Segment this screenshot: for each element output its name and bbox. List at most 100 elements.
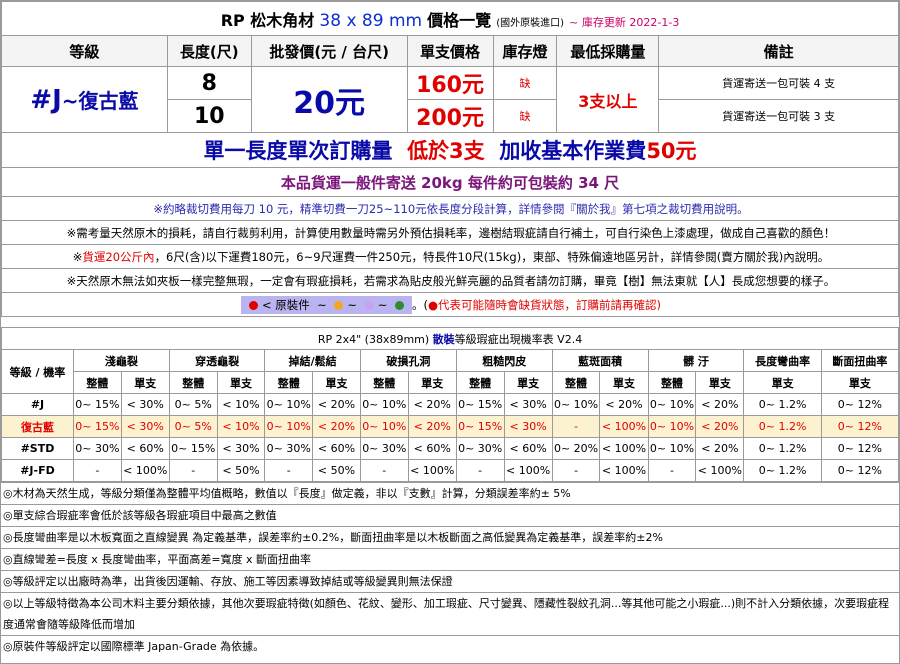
defect-cell: 0~ 10% (647, 437, 697, 460)
defect-cell: - (455, 459, 505, 482)
footnote: ◎直線彎差=長度 x 長度彎曲率，平面高差=寬度 x 斷面扭曲率 (1, 548, 899, 571)
min-order: 3支以上 (556, 66, 660, 133)
subheader-single: 單支 (216, 371, 266, 394)
defect-title-part: 散裝 (432, 332, 455, 346)
subheader-whole: 整體 (551, 371, 601, 394)
title-prefix: RP 松木角材 (220, 10, 315, 30)
defect-cell: < 100% (695, 459, 745, 482)
defect-cell: 0~ 5% (168, 415, 218, 438)
defect-cell: 0~ 10% (647, 393, 697, 416)
footnote: ◎長度彎曲率是以木板寬面之直線變異 為定義基準，誤差率約±0.2%，斷面扭曲率是… (1, 526, 899, 549)
defect-cell: 0~ 10% (647, 415, 697, 438)
note-part: 貨運20公斤內 (82, 249, 155, 264)
defect-title: RP 2x4" (38x89mm) 散裝等級瑕疵出現機率表 V2.4 (1, 327, 899, 350)
defect-cell: < 10% (216, 415, 266, 438)
defect-cell: < 10% (216, 393, 266, 416)
defect-title-part: 等級瑕疵出現機率表 V2.4 (454, 332, 583, 346)
defect-grade: #STD (1, 437, 74, 460)
footnote: ◎木材為天然生成，等級分類僅為整體平均值概略，數值以『長度』做定義，非以『支數』… (1, 482, 899, 505)
banner-part: 單一長度單次訂購量 (203, 139, 393, 163)
defect-cell: 0~ 30% (359, 437, 409, 460)
shipping-note: 貨運寄送一包可裝 4 支 (658, 66, 899, 100)
defect-cell: < 60% (120, 437, 170, 460)
note-quality: ※天然原木無法如夾板一樣完整無瑕，一定會有瑕疵損耗，若需求為貼皮般光鮮亮麗的品質… (1, 268, 899, 293)
defect-cell: < 100% (407, 459, 457, 482)
defect-cell: 0~ 1.2% (743, 437, 822, 460)
defect-cell: < 20% (695, 415, 745, 438)
defect-cell: < 20% (407, 393, 457, 416)
defect-cell: < 20% (599, 393, 649, 416)
green-dot-icon (394, 300, 404, 310)
legend-text: ~ (347, 297, 358, 312)
banner-part: 50元 (646, 139, 697, 163)
header-length: 長度(尺) (166, 35, 252, 67)
defect-cell: < 20% (695, 393, 745, 416)
product-row: #J~復古藍 8 20元 160元 缺 3支以上 貨運寄送一包可裝 4 支 (1, 66, 899, 133)
defect-cell: 0~ 15% (455, 393, 505, 416)
subheader-whole: 整體 (72, 371, 122, 394)
subheader-single: 單支 (120, 371, 170, 394)
defect-cell: 0~ 5% (168, 393, 218, 416)
defect-cell: 0~ 30% (455, 437, 505, 460)
header-grade: 等級 (1, 35, 168, 67)
min-order-banner: 單一長度單次訂購量 低於3支 加收基本作業費50元 (1, 132, 899, 168)
defect-cell: < 100% (120, 459, 170, 482)
subheader-whole: 整體 (359, 371, 409, 394)
price-page: RP 松木角材 38 x 89 mm 價格一覽 (國外原裝進口) ~ 庫存更新 … (0, 0, 900, 664)
legend-text: < 原裝件 (261, 297, 310, 312)
footnote: ◎等級評定以出廠時為準，出貨後因運輸、存放、施工等因素導致掉結或等級變異則無法保… (1, 570, 899, 593)
defect-cell: 0~ 10% (264, 393, 314, 416)
title-update: ~ 庫存更新 2022-1-3 (569, 15, 680, 29)
defect-group-header: 粗糙閃皮 (455, 349, 553, 372)
title-sub: (國外原裝進口) (496, 17, 565, 29)
length-cell: 10 (166, 99, 252, 133)
page-title: RP 松木角材 38 x 89 mm 價格一覽 (國外原裝進口) ~ 庫存更新 … (1, 1, 899, 36)
grade-suffix: ~復古藍 (61, 88, 139, 113)
note-part: ，6尺(含)以下運費180元，6~9尺運費一件250元，特長件10尺(15kg)… (154, 249, 830, 264)
legend-text: ~ (317, 297, 327, 312)
red-dot-icon (248, 300, 258, 310)
defect-cell: 0~ 15% (72, 415, 122, 438)
defect-rowhead: 等級 / 機率 (1, 349, 74, 394)
footnote: ◎原裝件等級評定以國際標準 Japan-Grade 為依據。 (1, 635, 899, 657)
footnote: ◎單支綜合瑕疵率會低於該等級各瑕疵項目中最高之數值 (1, 504, 899, 527)
subheader-whole: 整體 (264, 371, 314, 394)
note-shipping: ※貨運20公斤內，6尺(含)以下運費180元，6~9尺運費一件250元，特長件1… (1, 244, 899, 269)
defect-cell: 0~ 1.2% (743, 393, 822, 416)
defect-grade: 復古藍 (1, 415, 74, 438)
header-row: 等級 長度(尺) 批發價(元 / 台尺) 單支價格 庫存燈 最低採購量 備註 (1, 35, 899, 67)
violet-dot-icon (364, 300, 374, 310)
defect-cell: < 30% (216, 437, 266, 460)
defect-cell: - (551, 415, 601, 438)
subheader-single: 單支 (820, 371, 900, 394)
defect-group-header: 藍斑面積 (551, 349, 649, 372)
defect-cell: - (264, 459, 314, 482)
defect-group-header: 髒 汙 (647, 349, 745, 372)
defect-cell: - (359, 459, 409, 482)
header-unit-price: 單支價格 (406, 35, 494, 67)
shipping-banner: 本品貨運一般件寄送 20kg 每件約可包裝約 34 尺 (1, 167, 899, 197)
defect-cell: 0~ 15% (72, 393, 122, 416)
defect-cell: < 50% (216, 459, 266, 482)
legend-text: 。( (411, 297, 428, 312)
defect-group-header: 長度彎曲率 (743, 349, 822, 372)
defect-cell: 0~ 1.2% (743, 415, 822, 438)
defect-cell: 0~ 12% (820, 459, 900, 482)
defect-cell: - (551, 459, 601, 482)
legend-warning: ●代表可能隨時會缺貨狀態，訂購前請再確認) (427, 297, 662, 312)
defect-cell: < 30% (120, 393, 170, 416)
stock-indicator: 缺 (492, 66, 558, 100)
subheader-whole: 整體 (647, 371, 697, 394)
defect-group-header: 穿透龜裂 (168, 349, 266, 372)
orange-dot-icon (334, 300, 344, 310)
defect-cell: 0~ 10% (264, 415, 314, 438)
defect-group-header: 掉結/鬆結 (264, 349, 361, 372)
title-suffix: 價格一覽 (427, 10, 492, 30)
note-cutting: ※約略裁切費用每刀 10 元，精準切費一刀25~110元依長度分段計算，詳情參閱… (1, 196, 899, 221)
defect-cell: 0~ 20% (551, 437, 601, 460)
defect-cell: < 20% (312, 415, 361, 438)
unit-price: 200元 (406, 99, 494, 133)
shipping-note: 貨運寄送一包可裝 3 支 (658, 99, 899, 133)
defect-grade: #J (1, 393, 74, 416)
defect-cell: 0~ 10% (551, 393, 601, 416)
